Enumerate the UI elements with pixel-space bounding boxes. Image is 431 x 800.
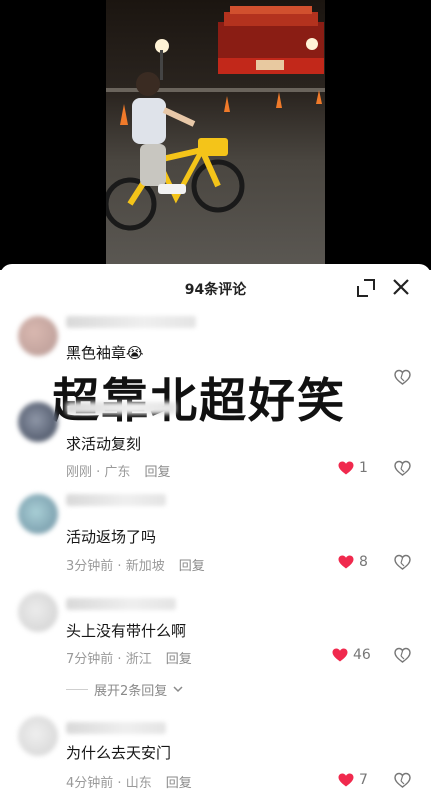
dislike-heart-icon[interactable] (394, 460, 411, 477)
chevron-down-icon (173, 686, 183, 693)
username-blurred (66, 402, 176, 414)
comment-time: 3分钟前 (66, 559, 114, 574)
comment-location: 新加坡 (125, 559, 165, 574)
username-blurred (66, 598, 176, 610)
video-scene (106, 6, 325, 231)
comment-meta: 3分钟前 · 新加坡 回复 (66, 559, 205, 574)
dislike-heart-icon[interactable] (394, 647, 411, 664)
video-frame (106, 0, 325, 270)
dislike-heart-icon[interactable] (394, 772, 411, 789)
avatar[interactable] (18, 402, 58, 442)
heart-filled-icon (332, 648, 348, 662)
username-blurred (66, 722, 166, 734)
sheet-header: 94条评论 (0, 264, 431, 312)
avatar[interactable] (18, 716, 58, 756)
comment-location: 浙江 (125, 652, 152, 667)
reply-button[interactable]: 回复 (166, 652, 192, 667)
reply-button[interactable]: 回复 (144, 465, 170, 480)
expand-replies-label: 展开2条回复 (94, 684, 168, 699)
comment-meta: 7分钟前 · 浙江 回复 (66, 652, 192, 667)
avatar[interactable] (18, 494, 58, 534)
comment-sheet: 94条评论 (0, 264, 431, 800)
comment-text: 黑色袖章😭 (66, 344, 144, 362)
dislike-heart-icon[interactable] (394, 369, 411, 386)
like-button[interactable]: 46 (332, 647, 371, 663)
avatar[interactable] (18, 592, 58, 632)
comment-meta: 刚刚 · 广东 回复 (66, 465, 171, 480)
comment-time: 刚刚 (66, 465, 93, 480)
avatar[interactable] (18, 316, 58, 356)
like-count: 7 (359, 772, 368, 788)
video-player[interactable] (0, 0, 431, 270)
like-count: 1 (359, 460, 368, 476)
expand-replies-button[interactable]: 展开2条回复 (66, 680, 183, 699)
close-icon[interactable] (392, 278, 410, 296)
reply-button[interactable]: 回复 (179, 559, 205, 574)
username-blurred (66, 316, 196, 328)
comment-text: 求活动复刻 (66, 435, 142, 453)
heart-filled-icon (338, 461, 354, 475)
heart-filled-icon (338, 555, 354, 569)
reply-button[interactable]: 回复 (166, 776, 192, 791)
comment-meta: 4分钟前 · 山东 回复 (66, 776, 192, 791)
comment-location: 山东 (125, 776, 152, 791)
like-count: 8 (359, 554, 368, 570)
like-button[interactable]: 8 (338, 554, 368, 570)
like-button[interactable]: 1 (338, 460, 368, 476)
divider (66, 689, 88, 690)
comment-text: 为什么去天安门 (66, 744, 172, 762)
like-button[interactable]: 7 (338, 772, 368, 788)
heart-filled-icon (338, 773, 354, 787)
comment-time: 4分钟前 (66, 776, 114, 791)
comment-location: 广东 (104, 465, 131, 480)
comment-time: 7分钟前 (66, 652, 114, 667)
like-count: 46 (353, 647, 371, 663)
username-blurred (66, 494, 166, 506)
dislike-heart-icon[interactable] (394, 554, 411, 571)
comment-text: 活动返场了吗 (66, 528, 157, 546)
overlay-caption: 超靠北超好笑 (52, 374, 346, 429)
fullscreen-expand-icon[interactable] (357, 279, 375, 297)
comment-text: 头上没有带什么啊 (66, 622, 187, 640)
